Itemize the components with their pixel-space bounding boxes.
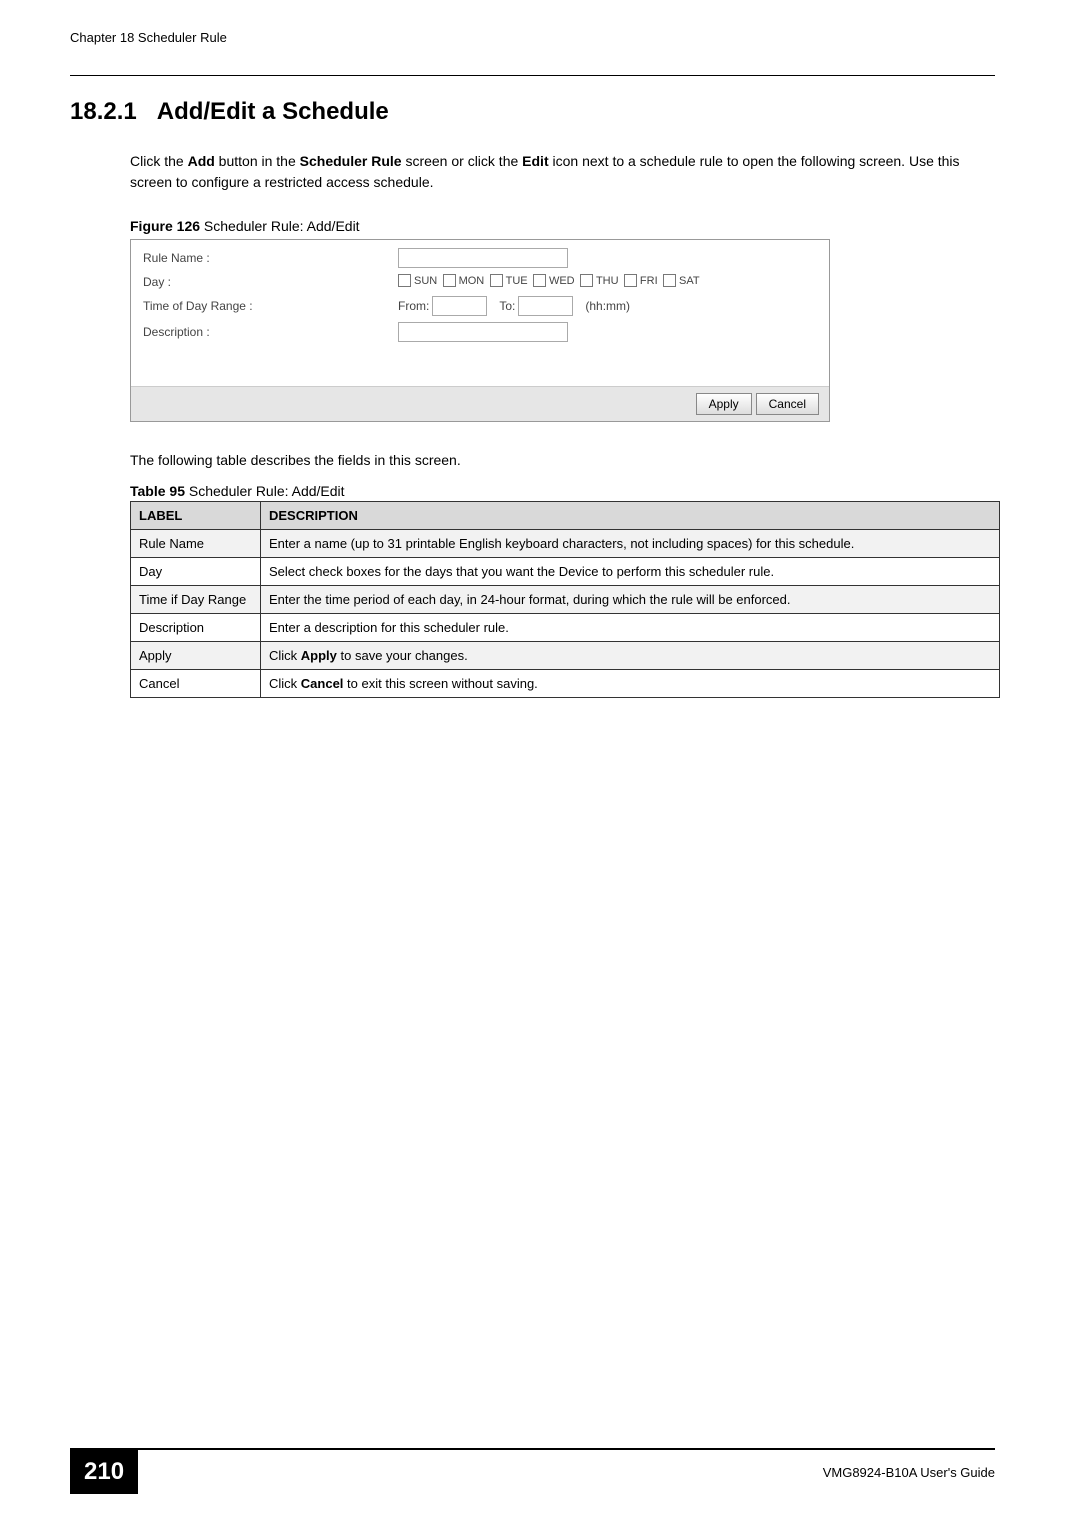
desc-bold: Apply — [301, 648, 337, 663]
table-header-label: LABEL — [131, 502, 261, 530]
checkbox-fri[interactable]: FRI — [624, 274, 658, 287]
apply-button[interactable]: Apply — [696, 393, 752, 415]
table-row: Cancel Click Cancel to exit this screen … — [131, 670, 1000, 698]
section-heading: 18.2.1 Add/Edit a Schedule — [70, 98, 995, 126]
table-row: Description Enter a description for this… — [131, 614, 1000, 642]
chapter-header: Chapter 18 Scheduler Rule — [70, 30, 227, 45]
from-label: From: — [398, 299, 429, 313]
figure-container: Rule Name : Day : SUN MON TUE WED THU FR… — [130, 239, 830, 422]
figure-caption-text: Scheduler Rule: Add/Edit — [200, 218, 360, 234]
intro-text-1: Click the — [130, 153, 188, 169]
description-label: Description : — [143, 325, 398, 339]
rule-name-label: Rule Name : — [143, 251, 398, 265]
checkbox-tue[interactable]: TUE — [490, 274, 528, 287]
day-checkboxes: SUN MON TUE WED THU FRI SAT — [398, 274, 702, 290]
checkbox-sat[interactable]: SAT — [663, 274, 700, 287]
row-label: Rule Name — [131, 530, 261, 558]
checkbox-icon — [490, 274, 503, 287]
dialog-button-bar: Apply Cancel — [131, 386, 829, 421]
rule-name-input[interactable] — [398, 248, 568, 268]
page-number: 210 — [70, 1450, 138, 1494]
day-tue: TUE — [506, 275, 528, 287]
time-range-label: Time of Day Range : — [143, 299, 398, 313]
table-header-description: DESCRIPTION — [261, 502, 1000, 530]
day-sun: SUN — [414, 275, 437, 287]
table-row: Apply Click Apply to save your changes. — [131, 642, 1000, 670]
figure-dialog: Rule Name : Day : SUN MON TUE WED THU FR… — [130, 239, 830, 422]
row-desc: Enter a description for this scheduler r… — [261, 614, 1000, 642]
page-footer: 210 VMG8924-B10A User's Guide — [70, 1448, 995, 1494]
row-label: Day — [131, 558, 261, 586]
figure-caption: Figure 126 Scheduler Rule: Add/Edit — [130, 218, 995, 234]
day-sat: SAT — [679, 275, 700, 287]
checkbox-thu[interactable]: THU — [580, 274, 619, 287]
intro-text-2: button in the — [215, 153, 300, 169]
row-label: Description — [131, 614, 261, 642]
row-desc: Click Apply to save your changes. — [261, 642, 1000, 670]
checkbox-icon — [443, 274, 456, 287]
row-desc: Click Cancel to exit this screen without… — [261, 670, 1000, 698]
row-desc: Enter a name (up to 31 printable English… — [261, 530, 1000, 558]
day-mon: MON — [459, 275, 485, 287]
section-title-text: Add/Edit a Schedule — [157, 98, 389, 125]
desc-pre: Click — [269, 648, 301, 663]
section-number: 18.2.1 — [70, 98, 137, 125]
to-label: To: — [499, 299, 515, 313]
intro-paragraph: Click the Add button in the Scheduler Ru… — [130, 151, 995, 193]
intro-text-3: screen or click the — [402, 153, 523, 169]
to-input[interactable] — [518, 296, 573, 316]
day-wed: WED — [549, 275, 575, 287]
checkbox-icon — [624, 274, 637, 287]
time-row: From: To: (hh:mm) — [398, 296, 630, 316]
desc-pre: Click — [269, 676, 301, 691]
description-input[interactable] — [398, 322, 568, 342]
desc-post: to save your changes. — [337, 648, 468, 663]
checkbox-mon[interactable]: MON — [443, 274, 485, 287]
checkbox-wed[interactable]: WED — [533, 274, 575, 287]
intro-bold-edit: Edit — [522, 153, 548, 169]
description-table: LABEL DESCRIPTION Rule Name Enter a name… — [130, 501, 1000, 698]
row-label: Time if Day Range — [131, 586, 261, 614]
intro-bold-scheduler: Scheduler Rule — [300, 153, 402, 169]
row-label: Apply — [131, 642, 261, 670]
post-figure-text: The following table describes the fields… — [130, 452, 995, 468]
checkbox-icon — [663, 274, 676, 287]
cancel-button[interactable]: Cancel — [756, 393, 819, 415]
checkbox-icon — [580, 274, 593, 287]
figure-caption-bold: Figure 126 — [130, 218, 200, 234]
checkbox-icon — [398, 274, 411, 287]
checkbox-sun[interactable]: SUN — [398, 274, 437, 287]
row-desc: Select check boxes for the days that you… — [261, 558, 1000, 586]
table-caption-bold: Table 95 — [130, 483, 185, 499]
checkbox-icon — [533, 274, 546, 287]
table-row: Rule Name Enter a name (up to 31 printab… — [131, 530, 1000, 558]
intro-bold-add: Add — [188, 153, 215, 169]
hhmm-hint: (hh:mm) — [585, 299, 630, 313]
row-label: Cancel — [131, 670, 261, 698]
table-caption: Table 95 Scheduler Rule: Add/Edit — [130, 483, 995, 499]
desc-bold: Cancel — [301, 676, 344, 691]
table-row: Day Select check boxes for the days that… — [131, 558, 1000, 586]
header-divider — [70, 75, 995, 76]
table-caption-text: Scheduler Rule: Add/Edit — [185, 483, 345, 499]
desc-post: to exit this screen without saving. — [343, 676, 537, 691]
day-fri: FRI — [640, 275, 658, 287]
day-label: Day : — [143, 275, 398, 289]
day-thu: THU — [596, 275, 619, 287]
row-desc: Enter the time period of each day, in 24… — [261, 586, 1000, 614]
from-input[interactable] — [432, 296, 487, 316]
table-row: Time if Day Range Enter the time period … — [131, 586, 1000, 614]
guide-name: VMG8924-B10A User's Guide — [138, 1465, 995, 1480]
